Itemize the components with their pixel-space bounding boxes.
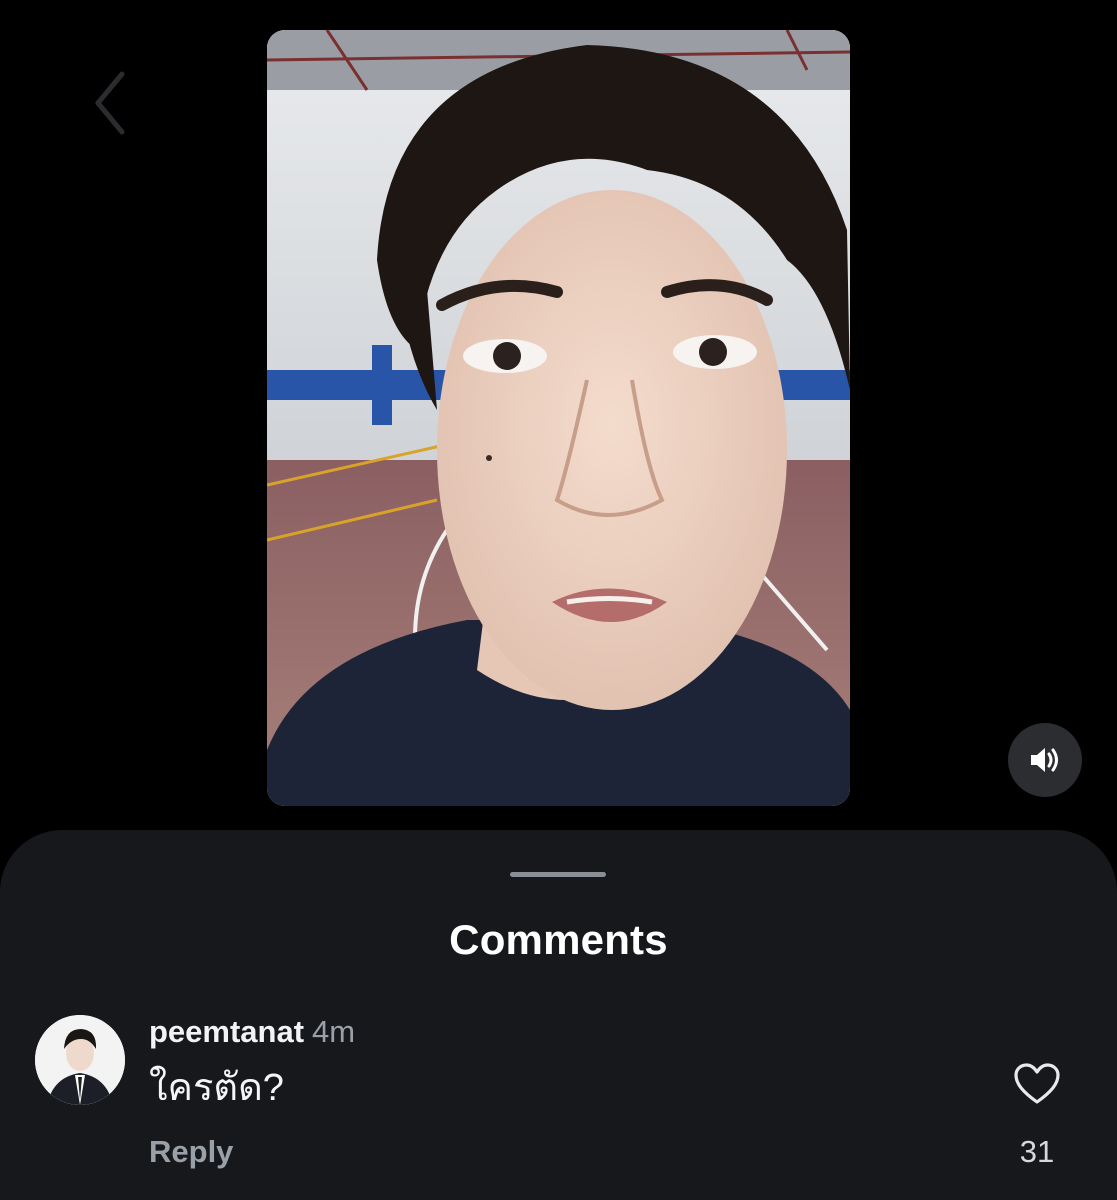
- comment-item: peemtanat 4m ใครตัด? Reply 31: [0, 1012, 1117, 1192]
- mute-toggle-button[interactable]: [1008, 723, 1082, 797]
- heart-outline-icon: [1014, 1063, 1060, 1104]
- avatar[interactable]: [35, 1015, 125, 1105]
- reply-button[interactable]: Reply: [149, 1132, 233, 1172]
- comment-username[interactable]: peemtanat: [149, 1014, 304, 1049]
- back-button[interactable]: [86, 68, 136, 138]
- comments-title: Comments: [449, 916, 668, 963]
- comment-text: ใครตัด?: [149, 1067, 284, 1109]
- comments-sheet: Comments peemtanat 4m ใครตัด? Reply 31: [0, 830, 1117, 1200]
- video-frame-image: [267, 30, 850, 806]
- comment-header: peemtanat 4m: [149, 1012, 355, 1052]
- sheet-drag-handle[interactable]: [510, 872, 606, 877]
- like-button[interactable]: [1013, 1062, 1061, 1106]
- chevron-left-icon: [95, 71, 125, 135]
- user-avatar-image: [35, 1015, 125, 1105]
- reel-viewer-screen: Comments peemtanat 4m ใครตัด? Reply 31: [0, 0, 1117, 1200]
- video-player[interactable]: [267, 30, 850, 806]
- comment-timestamp: 4m: [312, 1014, 356, 1049]
- speaker-volume-icon: [1031, 748, 1058, 772]
- like-count: 31: [1019, 1134, 1055, 1169]
